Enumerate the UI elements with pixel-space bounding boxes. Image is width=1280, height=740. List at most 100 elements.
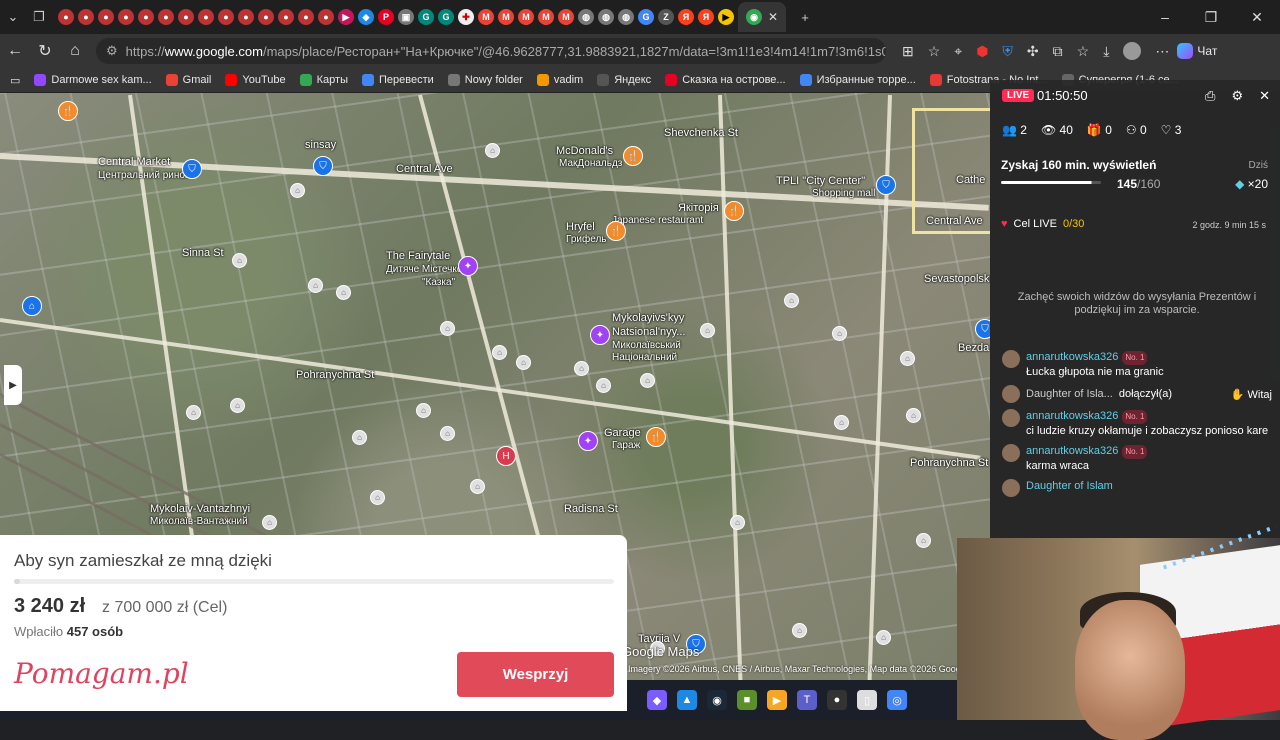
- chrome-app-icon[interactable]: ◎: [887, 690, 907, 710]
- poi-dot-icon[interactable]: ⌂: [906, 408, 921, 423]
- poi-dot-icon[interactable]: ⌂: [440, 426, 455, 441]
- video-app-icon[interactable]: ▶: [767, 690, 787, 710]
- poi-dot-icon[interactable]: ⌂: [370, 490, 385, 505]
- lock-icon[interactable]: ⎙: [1205, 88, 1215, 104]
- map-label[interactable]: Pohranychna St: [296, 369, 374, 381]
- map-label[interactable]: McDonald's: [556, 145, 613, 157]
- palette-app-icon[interactable]: ◆: [647, 690, 667, 710]
- poi-dot-icon[interactable]: ⌂: [700, 323, 715, 338]
- map-label[interactable]: Mykolayivs'kyy: [612, 312, 684, 324]
- split-screen-icon[interactable]: ⧉: [1053, 43, 1063, 60]
- maximize-button[interactable]: ❐: [1188, 9, 1234, 26]
- hospital-icon[interactable]: H: [496, 446, 516, 466]
- avatar[interactable]: [1002, 350, 1020, 368]
- extension-shield-icon[interactable]: ⛨: [1002, 43, 1013, 60]
- poi-dot-icon[interactable]: ⌂: [262, 515, 277, 530]
- site-info-icon[interactable]: ⚙: [106, 43, 118, 59]
- poi-dot-icon[interactable]: ⌂: [290, 183, 305, 198]
- poi-dot-icon[interactable]: ⌂: [876, 630, 891, 645]
- more-menu-icon[interactable]: ⋯: [1155, 43, 1169, 60]
- map-label[interactable]: TPLI "City Center": [776, 175, 865, 187]
- tab-favicon-icon[interactable]: M: [478, 9, 494, 25]
- tab-favicon-icon[interactable]: M: [518, 9, 534, 25]
- tab-favicon-icon[interactable]: ●: [318, 9, 334, 25]
- map-label[interactable]: Центральний ринок: [98, 170, 189, 181]
- map-label[interactable]: Грифель: [566, 234, 607, 245]
- settings-gear-icon[interactable]: ⚙: [1231, 88, 1243, 104]
- bookmark-item[interactable]: Карты: [299, 74, 348, 86]
- poi-dot-icon[interactable]: ⌂: [440, 321, 455, 336]
- map-label[interactable]: Миколаїв-Вантажний: [150, 516, 248, 527]
- chat-username[interactable]: Daughter of Islam: [1026, 480, 1113, 492]
- map-label[interactable]: Radisna St: [564, 503, 618, 515]
- copilot-chat-button[interactable]: Чат: [1177, 43, 1217, 59]
- bookmark-item[interactable]: YouTube: [225, 74, 286, 86]
- map-label[interactable]: Дитяче Містечко: [386, 264, 462, 275]
- bookmark-item[interactable]: Darmowe sex kam...: [34, 74, 152, 86]
- tab-favicon-icon[interactable]: Я: [678, 9, 694, 25]
- steam-app-icon[interactable]: ◉: [707, 690, 727, 710]
- close-window-button[interactable]: ✕: [1234, 9, 1280, 26]
- minimize-button[interactable]: –: [1142, 9, 1188, 26]
- poi-dot-icon[interactable]: ⌂: [832, 326, 847, 341]
- avatar[interactable]: [1002, 385, 1020, 403]
- poi-dot-icon[interactable]: ⌂: [232, 253, 247, 268]
- new-tab-button[interactable]: +: [792, 4, 818, 30]
- poi-dot-icon[interactable]: ⌂: [308, 278, 323, 293]
- attraction-icon[interactable]: ✦: [590, 325, 610, 345]
- shopping-bag-icon[interactable]: ⛉: [876, 175, 896, 195]
- poi-dot-icon[interactable]: ⌂: [470, 479, 485, 494]
- shopping-bag-icon[interactable]: ⛉: [182, 159, 202, 179]
- home-button[interactable]: ⌂: [60, 42, 90, 60]
- reload-button[interactable]: ↻: [30, 41, 60, 61]
- address-bar[interactable]: ⚙ https://www.google.com/maps/place/Рест…: [96, 38, 886, 64]
- restaurant-icon[interactable]: 🍴: [623, 146, 643, 166]
- bookmark-item[interactable]: Gmail: [165, 74, 211, 86]
- tab-favicon-icon[interactable]: ●: [158, 9, 174, 25]
- photos-app-icon[interactable]: ▲: [677, 690, 697, 710]
- tab-favicon-icon[interactable]: M: [538, 9, 554, 25]
- favorites-icon[interactable]: ☆: [1077, 43, 1090, 60]
- tab-favicon-icon[interactable]: ●: [138, 9, 154, 25]
- map-label[interactable]: Garage: [604, 427, 641, 439]
- map-label[interactable]: sinsay: [305, 139, 336, 151]
- restaurant-icon[interactable]: 🍴: [646, 427, 666, 447]
- tab-search-icon[interactable]: ⌄: [0, 4, 26, 30]
- tab-favicon-icon[interactable]: ▶: [338, 9, 354, 25]
- map-label[interactable]: Japanese restaurant: [612, 215, 703, 226]
- tab-favicon-icon[interactable]: ●: [118, 9, 134, 25]
- map-label[interactable]: Cathe: [956, 174, 985, 186]
- tab-favicon-icon[interactable]: ●: [278, 9, 294, 25]
- chat-username[interactable]: annarutkowska326: [1026, 351, 1118, 363]
- extensions-puzzle-icon[interactable]: ✣: [1027, 43, 1039, 60]
- poi-dot-icon[interactable]: ⌂: [492, 345, 507, 360]
- profile-avatar[interactable]: [1123, 42, 1142, 60]
- tab-favicon-icon[interactable]: ●: [58, 9, 74, 25]
- reading-list-icon[interactable]: ▭: [10, 74, 20, 87]
- map-label[interactable]: Central Market: [98, 156, 170, 168]
- attraction-icon[interactable]: ✦: [578, 431, 598, 451]
- map-label[interactable]: Національний: [612, 352, 677, 363]
- map-label[interactable]: Sevastopolska St: [924, 273, 990, 285]
- map-label[interactable]: Natsional'nyy...: [612, 326, 685, 338]
- poi-dot-icon[interactable]: ⌂: [596, 378, 611, 393]
- tab-favicon-icon[interactable]: ◍: [598, 9, 614, 25]
- avatar[interactable]: [1002, 444, 1020, 462]
- bookmark-item[interactable]: Nowy folder: [447, 74, 523, 86]
- avatar[interactable]: [1002, 479, 1020, 497]
- tab-favicon-icon[interactable]: ▶: [718, 9, 734, 25]
- chat-username[interactable]: annarutkowska326: [1026, 445, 1118, 457]
- poi-dot-icon[interactable]: ⌂: [186, 405, 201, 420]
- poi-dot-icon[interactable]: ⌂: [916, 533, 931, 548]
- bookmark-item[interactable]: Сказка на острове...: [665, 74, 786, 86]
- shopping-bag-icon[interactable]: ⛉: [975, 319, 990, 339]
- map-label[interactable]: "Казка": [422, 277, 455, 288]
- poi-dot-icon[interactable]: ⌂: [485, 143, 500, 158]
- poi-dot-icon[interactable]: ⌂: [416, 403, 431, 418]
- extension-red-icon[interactable]: ⬢: [976, 43, 988, 60]
- avatar[interactable]: [1002, 409, 1020, 427]
- file-app-icon[interactable]: ▯: [857, 690, 877, 710]
- tab-favicon-icon[interactable]: ●: [258, 9, 274, 25]
- tab-favicon-icon[interactable]: ▣: [398, 9, 414, 25]
- minecraft-app-icon[interactable]: ■: [737, 690, 757, 710]
